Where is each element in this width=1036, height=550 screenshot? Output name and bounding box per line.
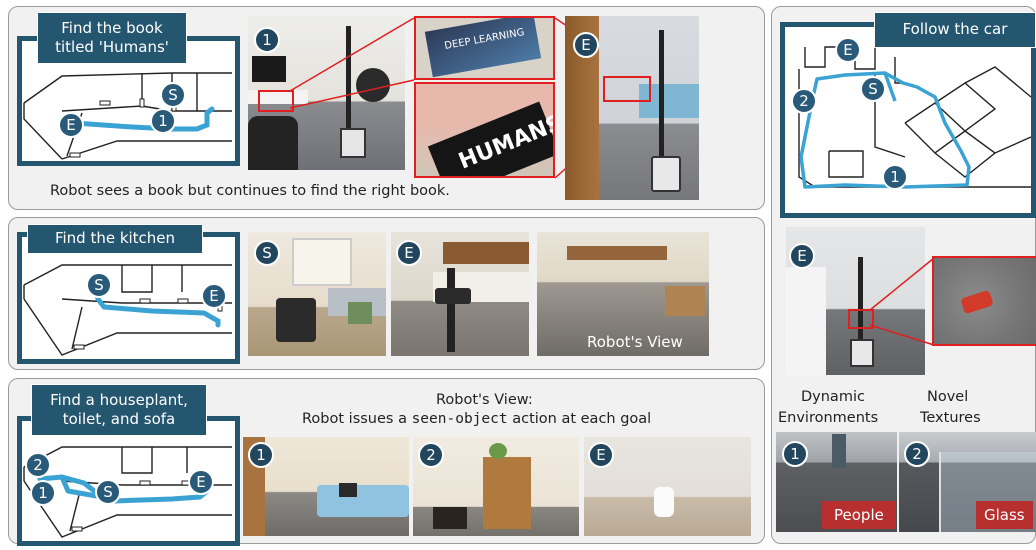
tag-glass: Glass xyxy=(976,501,1033,529)
rc-car xyxy=(960,289,994,315)
tag-people: People xyxy=(822,501,896,529)
photo4-badge-2: 2 xyxy=(904,441,930,467)
person xyxy=(832,434,846,468)
label-novel-line2: Textures xyxy=(920,410,981,426)
zoom-rc-car xyxy=(932,256,1036,346)
photo4-badge-1: 1 xyxy=(782,441,808,467)
label-dynamic-line1: Dynamic xyxy=(801,389,865,405)
label-novel-line1: Novel xyxy=(927,389,969,405)
label-dynamic-line2: Environments xyxy=(778,410,879,426)
